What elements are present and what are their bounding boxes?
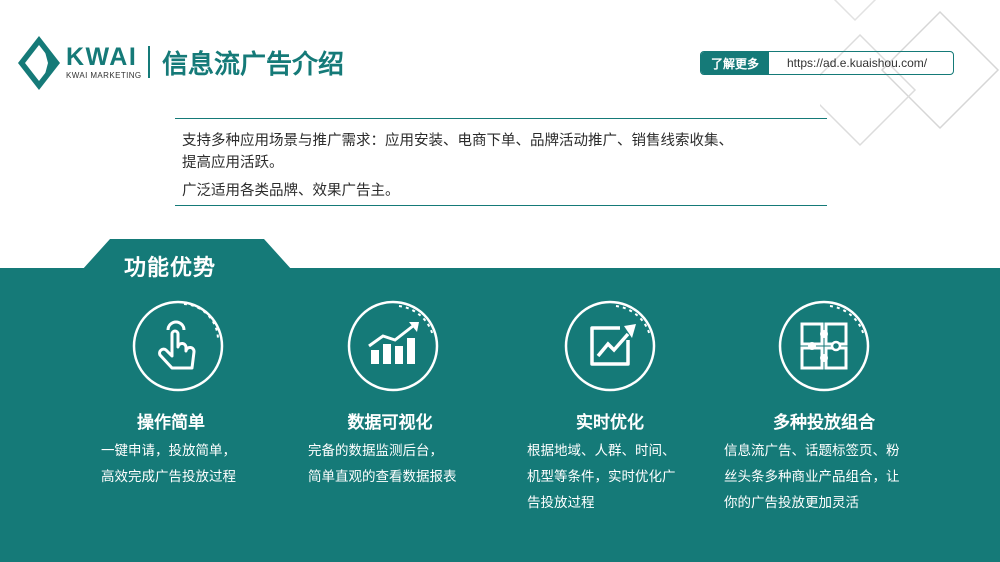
feature-title: 操作简单 (137, 413, 205, 433)
logo-divider (148, 46, 150, 78)
feature-desc-line: 机型等条件，实时优化广 (527, 469, 676, 485)
feature-title: 数据可视化 (347, 413, 433, 433)
logo-text-kw: KW (66, 43, 110, 71)
feature-desc-line: 丝头条多种商业产品组合，让 (724, 469, 900, 485)
feature-desc-line: 告投放过程 (527, 495, 595, 511)
trend-arrow-icon (564, 300, 656, 392)
intro-line-2: 提高应用活跃。 (182, 155, 284, 171)
feature-title: 多种投放组合 (773, 413, 875, 433)
kwai-logo: KWAI KWAI MARKETING (66, 44, 142, 80)
feature-desc-line: 高效完成广告投放过程 (101, 469, 236, 485)
touch-hand-icon (132, 300, 224, 392)
feature-description: 一键申请，投放简单， 高效完成广告投放过程 (101, 438, 236, 490)
decorative-diamonds (820, 0, 1000, 147)
learn-more-url[interactable]: https://ad.e.kuaishou.com/ (769, 52, 953, 74)
feature-desc-line: 根据地域、人群、时间、 (527, 443, 676, 459)
section-title: 功能优势 (124, 256, 217, 281)
feature-desc-line: 简单直观的查看数据报表 (308, 469, 457, 485)
kwai-logo-icon (18, 36, 60, 90)
feature-description: 信息流广告、话题标签页、粉 丝头条多种商业产品组合，让 你的广告投放更加灵活 (724, 438, 900, 516)
feature-desc-line: 完备的数据监测后台， (308, 443, 443, 459)
logo-subtitle: KWAI MARKETING (66, 71, 142, 80)
intro-line-3: 广泛适用各类品牌、效果广告主。 (182, 183, 400, 199)
intro-bottom-rule (175, 205, 827, 206)
feature-desc-line: 一键申请，投放简单， (101, 443, 236, 459)
logo-text-ai: AI (109, 43, 138, 71)
page-title: 信息流广告介绍 (162, 50, 345, 80)
intro-line-1: 支持多种应用场景与推广需求：应用安装、电商下单、品牌活动推广、销售线索收集、 (182, 133, 733, 149)
learn-more-button[interactable]: 了解更多 (701, 52, 769, 74)
feature-title: 实时优化 (576, 413, 644, 433)
learn-more-link-box[interactable]: 了解更多 https://ad.e.kuaishou.com/ (700, 51, 954, 75)
feature-description: 完备的数据监测后台， 简单直观的查看数据报表 (308, 438, 457, 490)
feature-desc-line: 你的广告投放更加灵活 (724, 495, 859, 511)
feature-description: 根据地域、人群、时间、 机型等条件，实时优化广 告投放过程 (527, 438, 676, 516)
puzzle-icon (778, 300, 870, 392)
bar-chart-trend-icon (347, 300, 439, 392)
intro-paragraph-1: 支持多种应用场景与推广需求：应用安装、电商下单、品牌活动推广、销售线索收集、 提… (182, 130, 822, 174)
intro-top-rule (175, 118, 827, 119)
feature-desc-line: 信息流广告、话题标签页、粉 (724, 443, 900, 459)
